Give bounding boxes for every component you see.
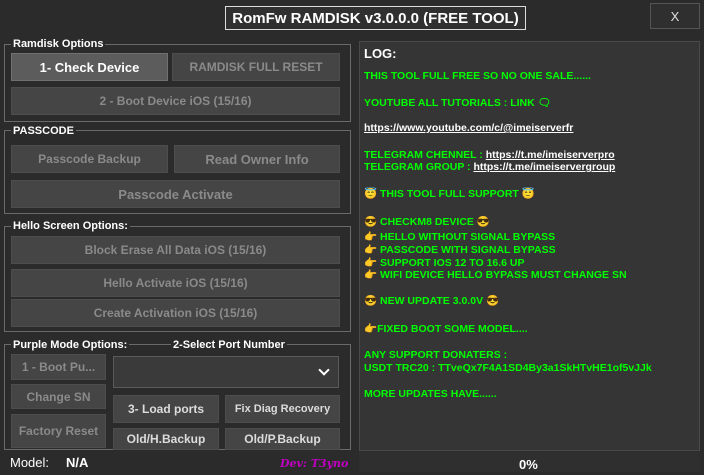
telegram-channel-label: TELEGRAM CHENNEL : [364,149,486,161]
log-title: LOG: [364,46,397,61]
telegram-channel-line: TELEGRAM CHENNEL : https://t.me/imeiserv… [364,149,615,161]
fix-diag-recovery-button[interactable]: Fix Diag Recovery [225,395,340,423]
passcode-backup-button[interactable]: Passcode Backup [11,145,168,173]
change-sn-button[interactable]: Change SN [11,384,106,409]
port-select-label: 2-Select Port Number [171,339,287,351]
passcode-activate-button[interactable]: Passcode Activate [11,180,340,208]
create-activation-button[interactable]: Create Activation iOS (15/16) [11,299,340,327]
log-line: 👉 PASSCODE WITH SIGNAL BYPASS [364,244,556,256]
telegram-group-line: TELEGRAM GROUP : https://t.me/imeiserver… [364,161,615,173]
load-ports-button[interactable]: 3- Load ports [113,395,219,423]
log-line: 😇 THIS TOOL FULL SUPPORT 😇 [364,188,535,200]
app-title: RomFw RAMDISK v3.0.0.0 (FREE TOOL) [225,6,526,30]
factory-reset-button[interactable]: Factory Reset [11,414,106,448]
old-p-backup-button[interactable]: Old/P.Backup [225,428,340,450]
telegram-group-link[interactable]: https://t.me/imeiservergroup [473,161,615,173]
chevron-down-icon [318,364,330,376]
boot-device-button[interactable]: 2 - Boot Device iOS (15/16) [11,87,340,115]
log-line: YOUTUBE ALL TUTORIALS : LINK 🗨 [364,97,551,109]
purple-mode-label: Purple Mode Options: [11,339,130,351]
log-line: USDT TRC20 : TTveQx7F4A1SD4By3a1SkHTvHE1… [364,362,652,374]
log-line: THIS TOOL FULL FREE SO NO ONE SALE...... [364,70,591,82]
model-label: Model: [10,455,50,470]
port-number-select[interactable] [113,356,339,388]
youtube-link[interactable]: https://www.youtube.com/c/@imeiserverfr [364,122,573,134]
ramdisk-full-reset-button[interactable]: RAMDISK FULL RESET [172,53,340,81]
hello-activate-button[interactable]: Hello Activate iOS (15/16) [11,269,340,297]
log-line: 👉 HELLO WITHOUT SIGNAL BYPASS [364,231,556,243]
log-line: 😎 NEW UPDATE 3.0.0V 😎 [364,295,500,307]
telegram-channel-link[interactable]: https://t.me/imeiserverpro [486,149,615,161]
telegram-group-label: TELEGRAM GROUP : [364,161,474,173]
log-line: 😎 CHECKM8 DEVICE 😎 [364,216,490,228]
log-line: 👉FIXED BOOT SOME MODEL.... [364,323,528,335]
model-value: N/A [66,455,89,470]
block-erase-button[interactable]: Block Erase All Data iOS (15/16) [11,236,340,264]
hello-screen-label: Hello Screen Options: [11,220,130,232]
log-line: 👉 WIFI DEVICE HELLO BYPASS MUST CHANGE S… [364,269,627,281]
read-owner-info-button[interactable]: Read Owner Info [174,145,340,173]
passcode-label: PASSCODE [11,125,76,137]
check-device-button[interactable]: 1- Check Device [11,53,168,81]
ramdisk-options-label: Ramdisk Options [11,38,106,50]
log-line: MORE UPDATES HAVE...... [364,388,497,400]
log-line: ANY SUPPORT DONATERS : [364,349,508,361]
developer-credit: Dev: T3yno [280,457,349,470]
old-h-backup-button[interactable]: Old/H.Backup [113,428,219,450]
progress-percent: 0% [519,457,538,472]
boot-purple-button[interactable]: 1 - Boot Pu... [11,354,106,380]
close-button[interactable]: X [650,3,700,29]
